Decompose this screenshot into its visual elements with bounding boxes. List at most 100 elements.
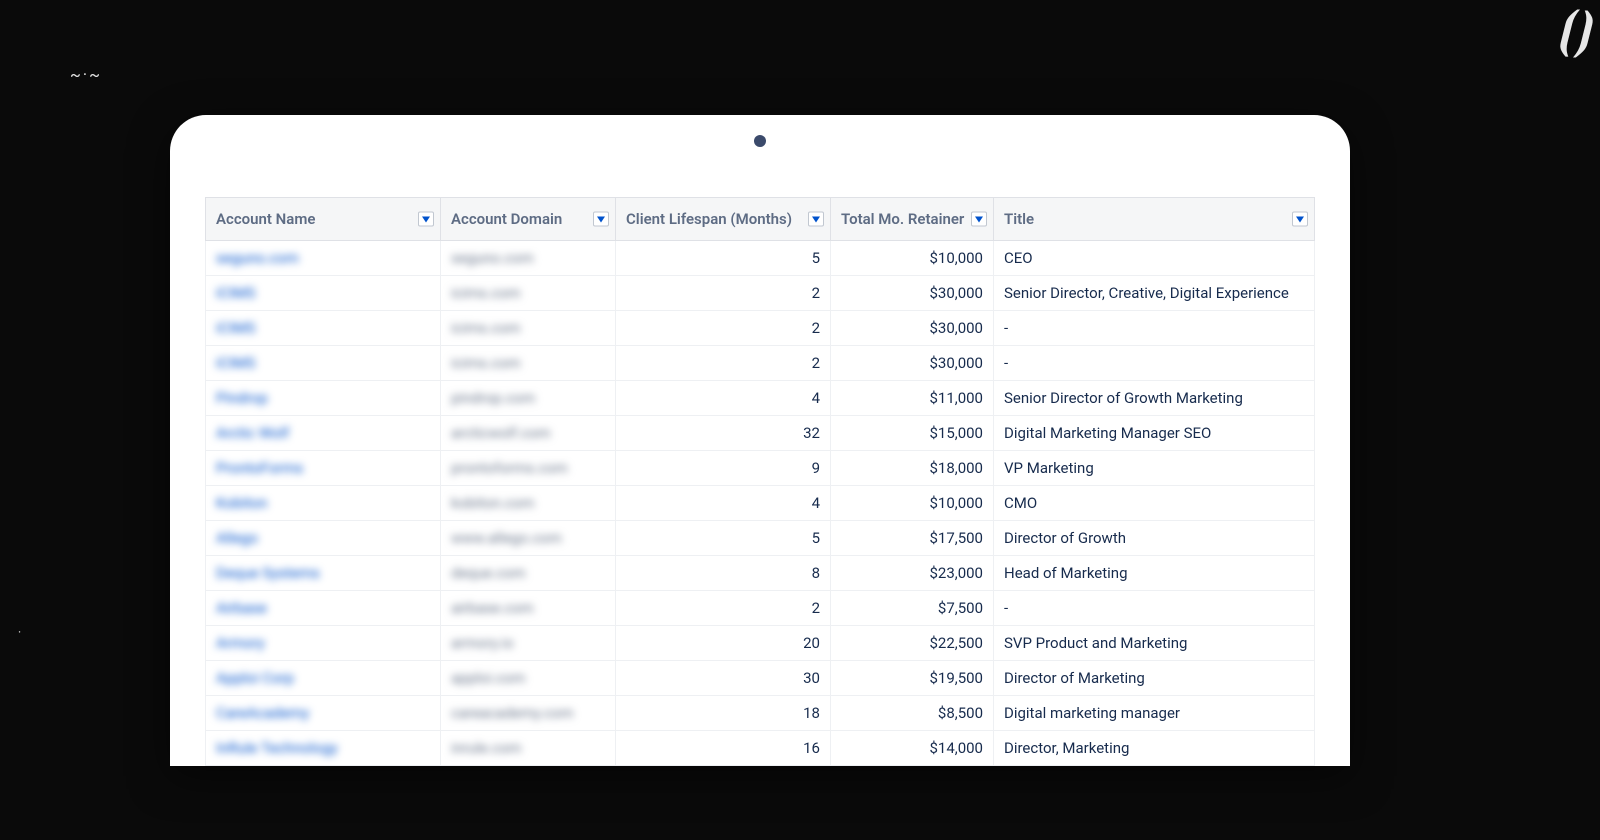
cell-account-name[interactable]: Arctic Wolf (206, 416, 441, 451)
table-row[interactable]: iCIMSicims.com2$30,000- (206, 346, 1315, 381)
cell-account-domain: icims.com (441, 311, 616, 346)
column-header-account-domain[interactable]: Account Domain (441, 198, 616, 241)
cell-account-domain: airbase.com (441, 591, 616, 626)
tablet-frame: Account Name Account Domain Client Lifes… (170, 115, 1350, 766)
column-label: Account Name (216, 210, 315, 228)
cell-account-domain: icims.com (441, 346, 616, 381)
cell-title: SVP Product and Marketing (994, 626, 1315, 661)
cell-account-domain: seguno.com (441, 241, 616, 276)
tablet-camera (754, 135, 766, 147)
cell-retainer: $30,000 (831, 276, 994, 311)
cell-lifespan: 30 (616, 661, 831, 696)
table-row[interactable]: Arctic Wolfarcticwolf.com32$15,000Digita… (206, 416, 1315, 451)
cell-lifespan: 2 (616, 276, 831, 311)
cell-title: - (994, 346, 1315, 381)
table-row[interactable]: ProntoFormsprontoforms.com9$18,000VP Mar… (206, 451, 1315, 486)
cell-account-name[interactable]: Pindrop (206, 381, 441, 416)
cell-account-name[interactable]: iCIMS (206, 311, 441, 346)
column-header-lifespan[interactable]: Client Lifespan (Months) (616, 198, 831, 241)
cell-account-name[interactable]: ProntoForms (206, 451, 441, 486)
cell-account-name[interactable]: CareAcademy (206, 696, 441, 731)
cell-account-name[interactable]: seguno.com (206, 241, 441, 276)
cell-account-domain: inrule.com (441, 731, 616, 766)
cell-lifespan: 2 (616, 591, 831, 626)
cell-retainer: $22,500 (831, 626, 994, 661)
cell-retainer: $15,000 (831, 416, 994, 451)
table-row[interactable]: Allegowww.allego.com5$17,500Director of … (206, 521, 1315, 556)
column-label: Client Lifespan (Months) (626, 210, 792, 228)
table-row[interactable]: iCIMSicims.com2$30,000Senior Director, C… (206, 276, 1315, 311)
cell-account-name[interactable]: Armory (206, 626, 441, 661)
cell-account-name[interactable]: Airbase (206, 591, 441, 626)
cell-lifespan: 8 (616, 556, 831, 591)
column-header-title[interactable]: Title (994, 198, 1315, 241)
cell-title: VP Marketing (994, 451, 1315, 486)
table-row[interactable]: Armoryarmory.io20$22,500SVP Product and … (206, 626, 1315, 661)
table-viewport: Account Name Account Domain Client Lifes… (170, 197, 1350, 766)
cell-retainer: $30,000 (831, 346, 994, 381)
column-header-retainer[interactable]: Total Mo. Retainer (831, 198, 994, 241)
cell-retainer: $30,000 (831, 311, 994, 346)
cell-retainer: $11,000 (831, 381, 994, 416)
filter-dropdown-icon[interactable] (1292, 212, 1308, 227)
cell-lifespan: 5 (616, 241, 831, 276)
cell-lifespan: 32 (616, 416, 831, 451)
cell-title: Digital marketing manager (994, 696, 1315, 731)
table-row[interactable]: CareAcademycareacademy.com18$8,500Digita… (206, 696, 1315, 731)
table-row[interactable]: Deque Systemsdeque.com8$23,000Head of Ma… (206, 556, 1315, 591)
table-row[interactable]: seguno.comseguno.com5$10,000CEO (206, 241, 1315, 276)
filter-dropdown-icon[interactable] (418, 212, 434, 227)
table-row[interactable]: Apploi Corpapploi.com30$19,500Director o… (206, 661, 1315, 696)
cell-title: - (994, 311, 1315, 346)
filter-dropdown-icon[interactable] (971, 212, 987, 227)
cell-title: Director of Growth (994, 521, 1315, 556)
column-header-account-name[interactable]: Account Name (206, 198, 441, 241)
accounts-table: Account Name Account Domain Client Lifes… (205, 197, 1315, 766)
cell-retainer: $23,000 (831, 556, 994, 591)
table-row[interactable]: Pindroppindrop.com4$11,000Senior Directo… (206, 381, 1315, 416)
cell-lifespan: 18 (616, 696, 831, 731)
cell-title: Digital Marketing Manager SEO (994, 416, 1315, 451)
cell-retainer: $18,000 (831, 451, 994, 486)
cell-account-name[interactable]: iCIMS (206, 346, 441, 381)
cell-account-domain: prontoforms.com (441, 451, 616, 486)
cell-lifespan: 2 (616, 311, 831, 346)
table-row[interactable]: Airbaseairbase.com2$7,500- (206, 591, 1315, 626)
cell-lifespan: 9 (616, 451, 831, 486)
cell-title: Director, Marketing (994, 731, 1315, 766)
table-row[interactable]: InRule Technologyinrule.com16$14,000Dire… (206, 731, 1315, 766)
filter-dropdown-icon[interactable] (808, 212, 824, 227)
cell-account-name[interactable]: Apploi Corp (206, 661, 441, 696)
filter-dropdown-icon[interactable] (593, 212, 609, 227)
cell-retainer: $8,500 (831, 696, 994, 731)
table-row[interactable]: Kobitonkobiton.com4$10,000CMO (206, 486, 1315, 521)
cell-account-domain: www.allego.com (441, 521, 616, 556)
cell-account-domain: arcticwolf.com (441, 416, 616, 451)
cell-account-name[interactable]: Deque Systems (206, 556, 441, 591)
cell-title: Senior Director, Creative, Digital Exper… (994, 276, 1315, 311)
cell-lifespan: 4 (616, 486, 831, 521)
cell-account-name[interactable]: InRule Technology (206, 731, 441, 766)
table-body: seguno.comseguno.com5$10,000CEOiCIMSicim… (206, 241, 1315, 766)
decorative-scribble: ~·~ (70, 65, 102, 84)
table-header-row: Account Name Account Domain Client Lifes… (206, 198, 1315, 241)
column-label: Title (1004, 210, 1034, 228)
cell-title: Senior Director of Growth Marketing (994, 381, 1315, 416)
decorative-scribble: · (18, 625, 21, 639)
cell-account-domain: pindrop.com (441, 381, 616, 416)
cell-account-name[interactable]: Allego (206, 521, 441, 556)
cell-retainer: $7,500 (831, 591, 994, 626)
cell-title: CMO (994, 486, 1315, 521)
cell-account-name[interactable]: Kobiton (206, 486, 441, 521)
cell-title: Head of Marketing (994, 556, 1315, 591)
cell-retainer: $17,500 (831, 521, 994, 556)
cell-account-name[interactable]: iCIMS (206, 276, 441, 311)
decorative-scribble: ⦗⦘ (1557, 0, 1590, 59)
cell-account-domain: deque.com (441, 556, 616, 591)
table-row[interactable]: iCIMSicims.com2$30,000- (206, 311, 1315, 346)
cell-account-domain: icims.com (441, 276, 616, 311)
cell-title: Director of Marketing (994, 661, 1315, 696)
cell-retainer: $10,000 (831, 241, 994, 276)
cell-title: - (994, 591, 1315, 626)
cell-lifespan: 4 (616, 381, 831, 416)
